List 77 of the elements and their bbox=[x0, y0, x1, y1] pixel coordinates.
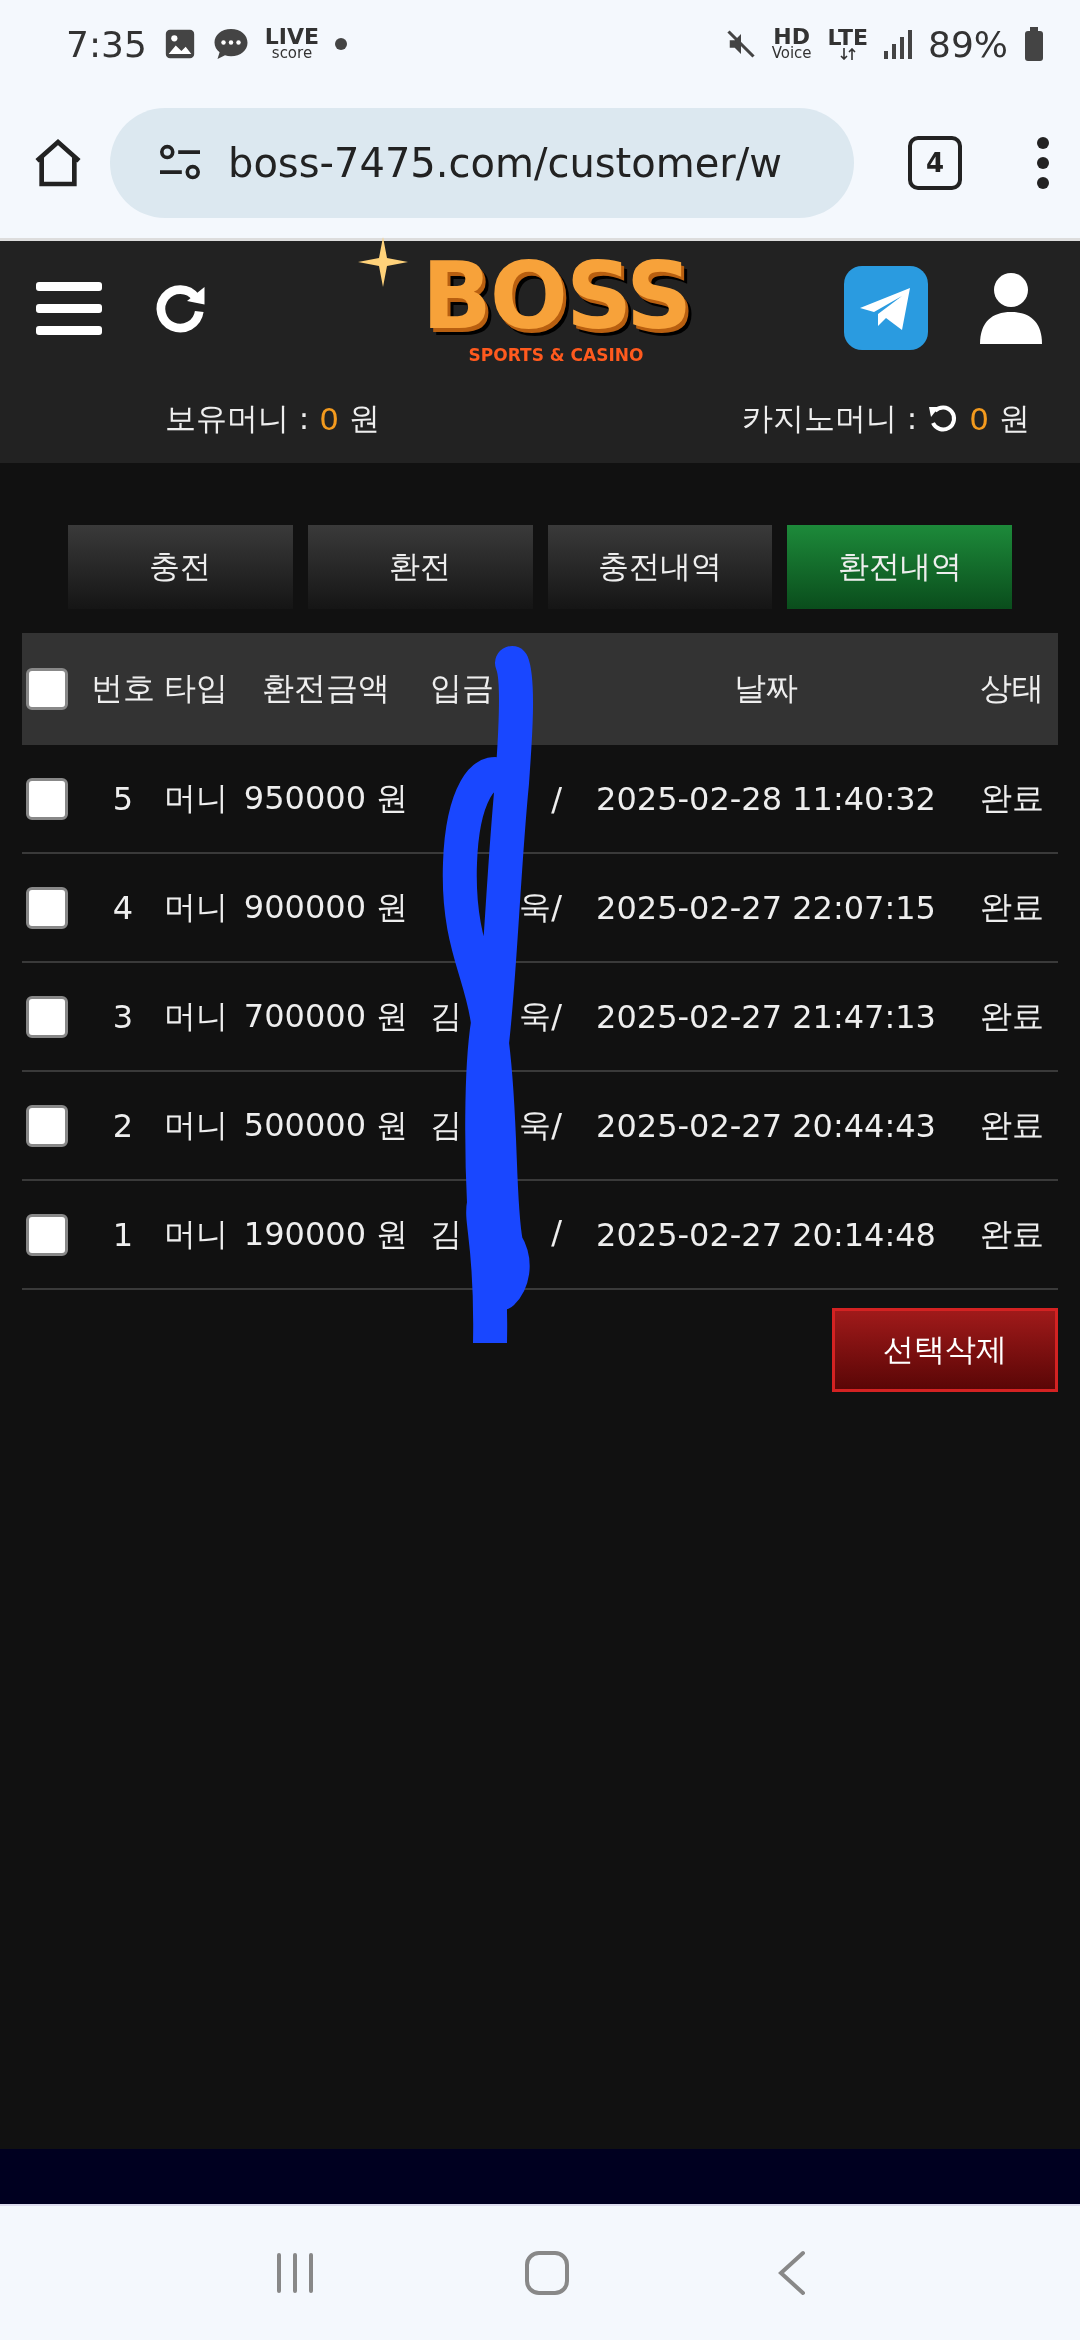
table-cell: 완료 bbox=[980, 778, 1044, 817]
table-cell-text: 김 bbox=[430, 995, 462, 1037]
tab-count-button[interactable]: 4 bbox=[908, 136, 962, 190]
row-checkbox[interactable] bbox=[26, 995, 68, 1038]
mute-icon bbox=[725, 29, 756, 59]
tab[interactable]: 충전 bbox=[68, 525, 293, 609]
tab[interactable]: 환전내역 bbox=[787, 525, 1012, 609]
balance-label: 보유머니 : bbox=[165, 399, 310, 438]
currency-unit: 원 bbox=[999, 399, 1030, 438]
tab[interactable]: 환전 bbox=[307, 525, 533, 609]
balance-amount: 0 bbox=[969, 401, 989, 437]
user-icon[interactable] bbox=[978, 272, 1044, 344]
address-bar[interactable]: boss-7475.com/customer/w bbox=[110, 108, 854, 218]
logo-subtitle: SPORTS & CASINO bbox=[468, 345, 644, 365]
balance-amount: 0 bbox=[319, 401, 340, 437]
table-cell: 머니 bbox=[164, 1105, 228, 1144]
table-cell-text: 욱/ bbox=[519, 886, 562, 928]
table-cell-text: 김 bbox=[430, 1104, 462, 1146]
table-cell: 700000 원 bbox=[243, 996, 409, 1035]
delete-selected-button[interactable]: 선택삭제 bbox=[832, 1308, 1058, 1392]
column-header: 환전금액 bbox=[262, 669, 390, 707]
table-cell: 500000 원 bbox=[243, 1105, 409, 1144]
table-cell: 2 bbox=[112, 1106, 134, 1145]
table-cell: 2025-02-27 20:14:48 bbox=[596, 1215, 936, 1254]
back-icon[interactable] bbox=[776, 2250, 807, 2296]
column-header: 번호 bbox=[91, 669, 155, 707]
sparkle-icon bbox=[358, 237, 408, 287]
table-cell: 2025-02-27 22:07:15 bbox=[596, 888, 936, 927]
more-icon[interactable] bbox=[1036, 135, 1050, 191]
table-cell: 4 bbox=[112, 888, 134, 927]
live-score-icon: LIVE score bbox=[264, 27, 320, 61]
telegram-icon[interactable] bbox=[844, 266, 928, 350]
menu-icon[interactable] bbox=[36, 280, 102, 336]
table-cell: 2025-02-28 11:40:32 bbox=[596, 779, 936, 818]
table-cell: 3 bbox=[112, 997, 134, 1036]
table-cell: 완료 bbox=[980, 1105, 1044, 1144]
table-cell: 900000 원 bbox=[243, 887, 409, 926]
table-cell: 머니 bbox=[164, 887, 228, 926]
column-header: 입금 bbox=[430, 668, 494, 709]
select-all-checkbox[interactable] bbox=[26, 668, 68, 710]
table-cell-text: 욱/ bbox=[519, 995, 562, 1037]
dot-icon bbox=[335, 38, 348, 50]
table-cell: 머니 bbox=[164, 996, 228, 1035]
table-cell-text: 김 bbox=[430, 1213, 462, 1255]
tab[interactable]: 충전내역 bbox=[547, 525, 773, 609]
table-cell: 머니 bbox=[164, 778, 228, 817]
battery-icon bbox=[1024, 27, 1044, 61]
clock: 7:35 bbox=[66, 23, 147, 65]
table-cell: 완료 bbox=[980, 887, 1044, 926]
row-checkbox[interactable] bbox=[26, 886, 68, 929]
table-cell-text: 욱/ bbox=[519, 1104, 562, 1146]
balance-label: 카지노머니 : bbox=[741, 399, 918, 438]
table-cell: 2025-02-27 20:44:43 bbox=[596, 1106, 936, 1145]
table-cell-text: / bbox=[551, 1212, 562, 1253]
logo-title: BOSS bbox=[421, 251, 691, 343]
column-header: 날짜 bbox=[734, 669, 798, 707]
home-button-icon[interactable] bbox=[524, 2250, 570, 2296]
chat-icon bbox=[212, 27, 249, 61]
row-checkbox[interactable] bbox=[26, 1104, 68, 1147]
column-header: 상태 bbox=[980, 669, 1044, 707]
signal-icon bbox=[884, 29, 912, 59]
table-cell: 5 bbox=[112, 779, 134, 818]
row-checkbox[interactable] bbox=[26, 1213, 68, 1256]
table-cell: 완료 bbox=[980, 996, 1044, 1035]
table-cell: 완료 bbox=[980, 1214, 1044, 1253]
currency-unit: 원 bbox=[349, 399, 381, 438]
table-cell: 1 bbox=[112, 1215, 134, 1254]
table-cell: 2025-02-27 21:47:13 bbox=[596, 997, 936, 1036]
table-cell: 950000 원 bbox=[243, 778, 409, 817]
table-cell: / bbox=[551, 779, 562, 818]
table-cell: 190000 원 bbox=[243, 1214, 409, 1253]
battery-percent: 89% bbox=[928, 23, 1008, 65]
url-text: boss-7475.com/customer/w bbox=[228, 140, 782, 186]
column-header: 타입 bbox=[164, 669, 228, 707]
table-cell: 머니 bbox=[164, 1214, 228, 1253]
hd-voice-icon: HD Voice bbox=[771, 27, 812, 61]
row-checkbox[interactable] bbox=[26, 777, 68, 820]
